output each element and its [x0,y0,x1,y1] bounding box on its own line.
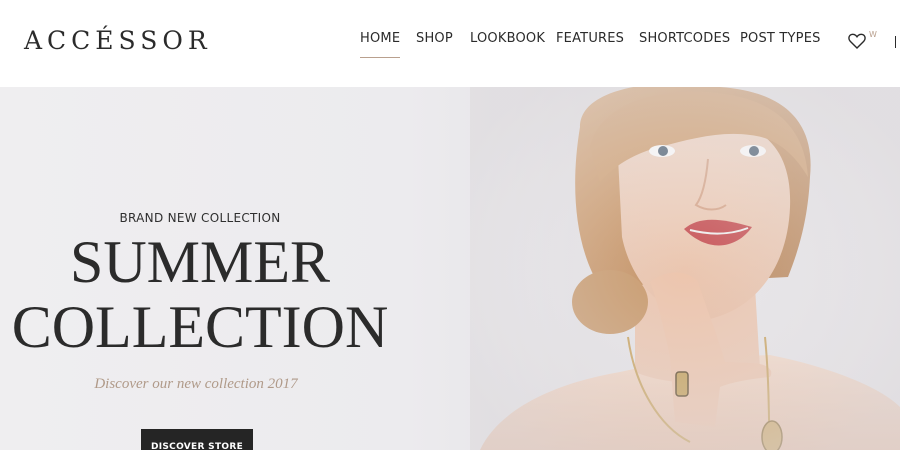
nav-item-home[interactable]: HOME [360,31,401,58]
hero-headline-line-1: SUMMER [69,229,331,295]
nav-item-post-types[interactable]: POST TYPES [740,31,821,46]
site-logo[interactable]: ACCÉSSOR [24,26,212,55]
nav-item-features[interactable]: FEATURES [556,31,624,46]
nav-item-lookbook[interactable]: LOOKBOOK [470,31,545,46]
hero-tagline: Discover our new collection 2017 [94,376,298,392]
wishlist-count-badge: W [869,30,877,39]
hero-eyebrow: BRAND NEW COLLECTION [119,211,281,225]
model-photo [470,87,900,450]
hero-headline-line-2: COLLECTION [11,294,389,360]
hero-banner: BRAND NEW COLLECTION SUMMER COLLECTION D… [0,87,900,450]
site-header: ACCÉSSOR HOME SHOP LOOKBOOK FEATURES SHO… [0,0,900,87]
nav-item-shop[interactable]: SHOP [416,31,453,46]
heart-icon[interactable] [848,33,866,49]
cart-icon[interactable] [895,36,900,48]
discover-store-button[interactable]: DISCOVER STORE [141,429,253,450]
nav-item-shortcodes[interactable]: SHORTCODES [639,31,730,46]
